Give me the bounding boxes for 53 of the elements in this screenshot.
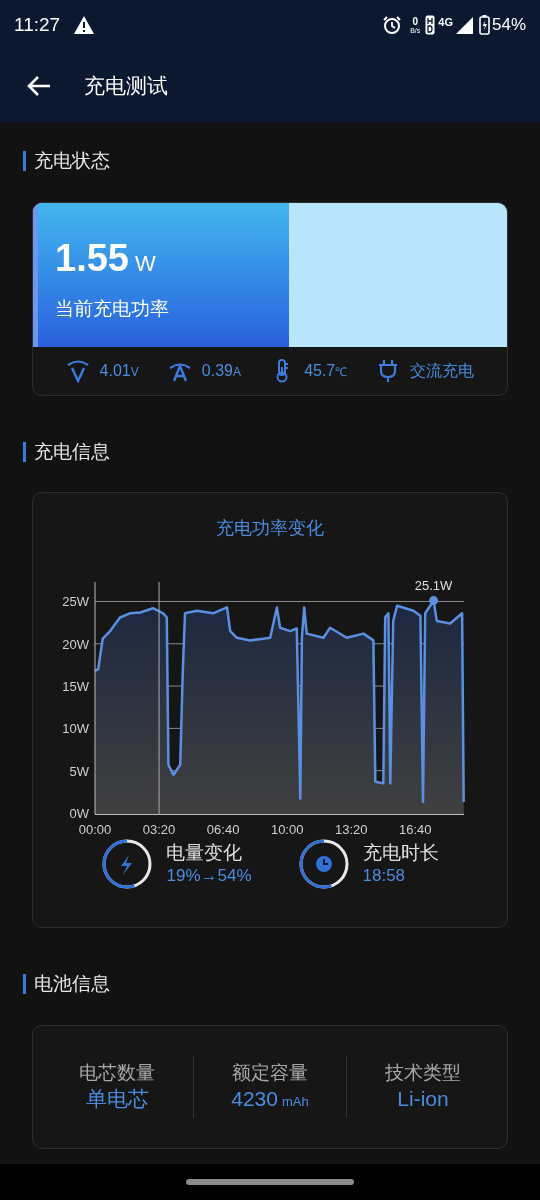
power-unit: W [134, 249, 156, 278]
y-tick-label: 10W [62, 721, 89, 737]
stat-value: 交流充电 [410, 360, 475, 381]
page-title: 充电测试 [84, 73, 168, 100]
summary-label: 电量变化 [166, 840, 244, 865]
summary-label: 充电时长 [362, 840, 439, 865]
hd-icon [425, 15, 436, 35]
y-tick-label: 20W [62, 636, 89, 652]
net-speed-value: 0 [412, 16, 418, 27]
info-value: Li-ion [397, 1086, 449, 1113]
battery-charging-icon [478, 15, 490, 35]
stat-value: 0.39A [201, 360, 241, 381]
lightning-icon [121, 855, 133, 875]
warning-icon [74, 16, 95, 34]
x-tick-label: 10:00 [270, 821, 304, 837]
x-tick-label: 00:00 [78, 821, 112, 837]
x-tick-label: 13:20 [335, 821, 368, 837]
chart-title: 充电功率变化 [216, 517, 324, 540]
clock-icon [315, 856, 332, 872]
peak-marker [429, 596, 439, 606]
y-tick-label: 5W [69, 763, 89, 779]
y-tick-label: 15W [62, 679, 89, 695]
section-title: 充电状态 [34, 149, 110, 173]
info-label: 技术类型 [385, 1060, 461, 1085]
stat-value: 45.7℃ [304, 360, 348, 381]
x-tick-label: 16:40 [399, 821, 432, 837]
summary-value: 18:58 [362, 865, 407, 888]
accent-bar [23, 441, 26, 462]
network-type: 4G [438, 14, 453, 30]
info-value: 4230 mAh [231, 1086, 309, 1113]
section-title: 充电信息 [34, 439, 110, 464]
summary-value: 19%→54% [166, 865, 252, 888]
ring-icon [102, 839, 152, 889]
section-title: 电池信息 [34, 972, 110, 996]
power-label: 当前充电功率 [55, 296, 170, 321]
info-label: 电芯数量 [79, 1060, 155, 1085]
stat-value: 4.01V [99, 360, 139, 381]
voltage-icon [65, 358, 90, 383]
y-tick-label: 0W [69, 806, 89, 821]
battery-percent: 54% [491, 14, 526, 37]
peak-label: 25.1W [414, 577, 453, 593]
y-tick-label: 25W [62, 594, 89, 610]
alarm-clock-icon [382, 15, 403, 35]
x-tick-label: 06:40 [206, 821, 240, 837]
x-tick-label: 03:20 [142, 821, 176, 837]
info-label: 额定容量 [232, 1060, 308, 1085]
info-value: 单电芯 [85, 1086, 149, 1113]
status-time: 11:27 [14, 12, 61, 37]
accent-bar [23, 974, 26, 995]
accent-bar [23, 151, 26, 172]
power-value: 1.55 [55, 235, 129, 281]
signal-icon [455, 16, 473, 34]
back-arrow-icon [27, 75, 51, 97]
